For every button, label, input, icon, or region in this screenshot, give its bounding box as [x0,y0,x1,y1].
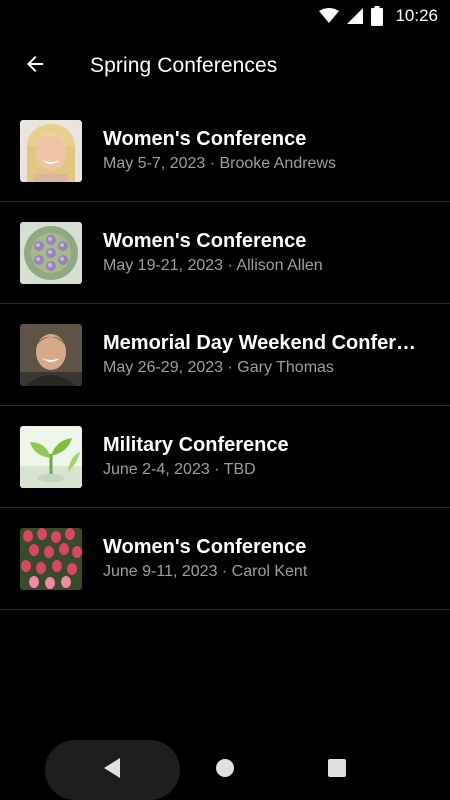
conference-thumbnail [20,323,82,386]
conference-subtitle: June 2-4, 2023 · TBD [103,461,256,478]
conference-title: Memorial Day Weekend Confere… [103,332,423,354]
nav-home-button[interactable] [203,750,247,790]
conference-item[interactable]: Women's Conference May 19-21, 2023 · All… [0,202,450,304]
conference-subtitle: May 26-29, 2023 · Gary Thomas [103,359,334,376]
conference-thumbnail [20,425,82,488]
battery-icon [371,6,384,26]
system-nav-bar [0,740,450,800]
nav-back-button[interactable] [90,750,134,790]
conference-title: Military Conference [103,434,289,456]
nav-recents-button[interactable] [315,750,359,790]
conference-item[interactable]: Military Conference June 2-4, 2023 · TBD [0,406,450,508]
conference-subtitle: May 5-7, 2023 · Brooke Andrews [103,155,337,172]
conference-subtitle: June 9-11, 2023 · Carol Kent [103,563,308,580]
home-circle-icon [215,758,235,783]
cell-signal-icon [347,8,364,24]
conference-thumbnail [20,119,82,182]
conference-list: Women's Conference May 5-7, 2023 · Brook… [0,100,450,610]
conference-title: Women's Conference [103,230,307,252]
conference-item[interactable]: Women's Conference June 9-11, 2023 · Car… [0,508,450,610]
page-title: Spring Conferences [90,54,278,77]
wifi-icon [319,8,340,24]
conference-item[interactable]: Women's Conference May 5-7, 2023 · Brook… [0,100,450,202]
clock: 10:26 [395,6,438,25]
back-button[interactable] [11,42,59,90]
conference-title: Women's Conference [103,128,307,150]
conference-item[interactable]: Memorial Day Weekend Confere… May 26-29,… [0,304,450,406]
arrow-back-icon [23,52,47,81]
back-triangle-icon [102,757,122,784]
app-bar: Spring Conferences [0,32,450,100]
conference-title: Women's Conference [103,536,307,558]
status-bar: 10:26 [0,0,450,32]
recents-square-icon [327,758,347,783]
conference-subtitle: May 19-21, 2023 · Allison Allen [103,257,323,274]
conference-thumbnail [20,221,82,284]
conference-thumbnail [20,527,82,590]
